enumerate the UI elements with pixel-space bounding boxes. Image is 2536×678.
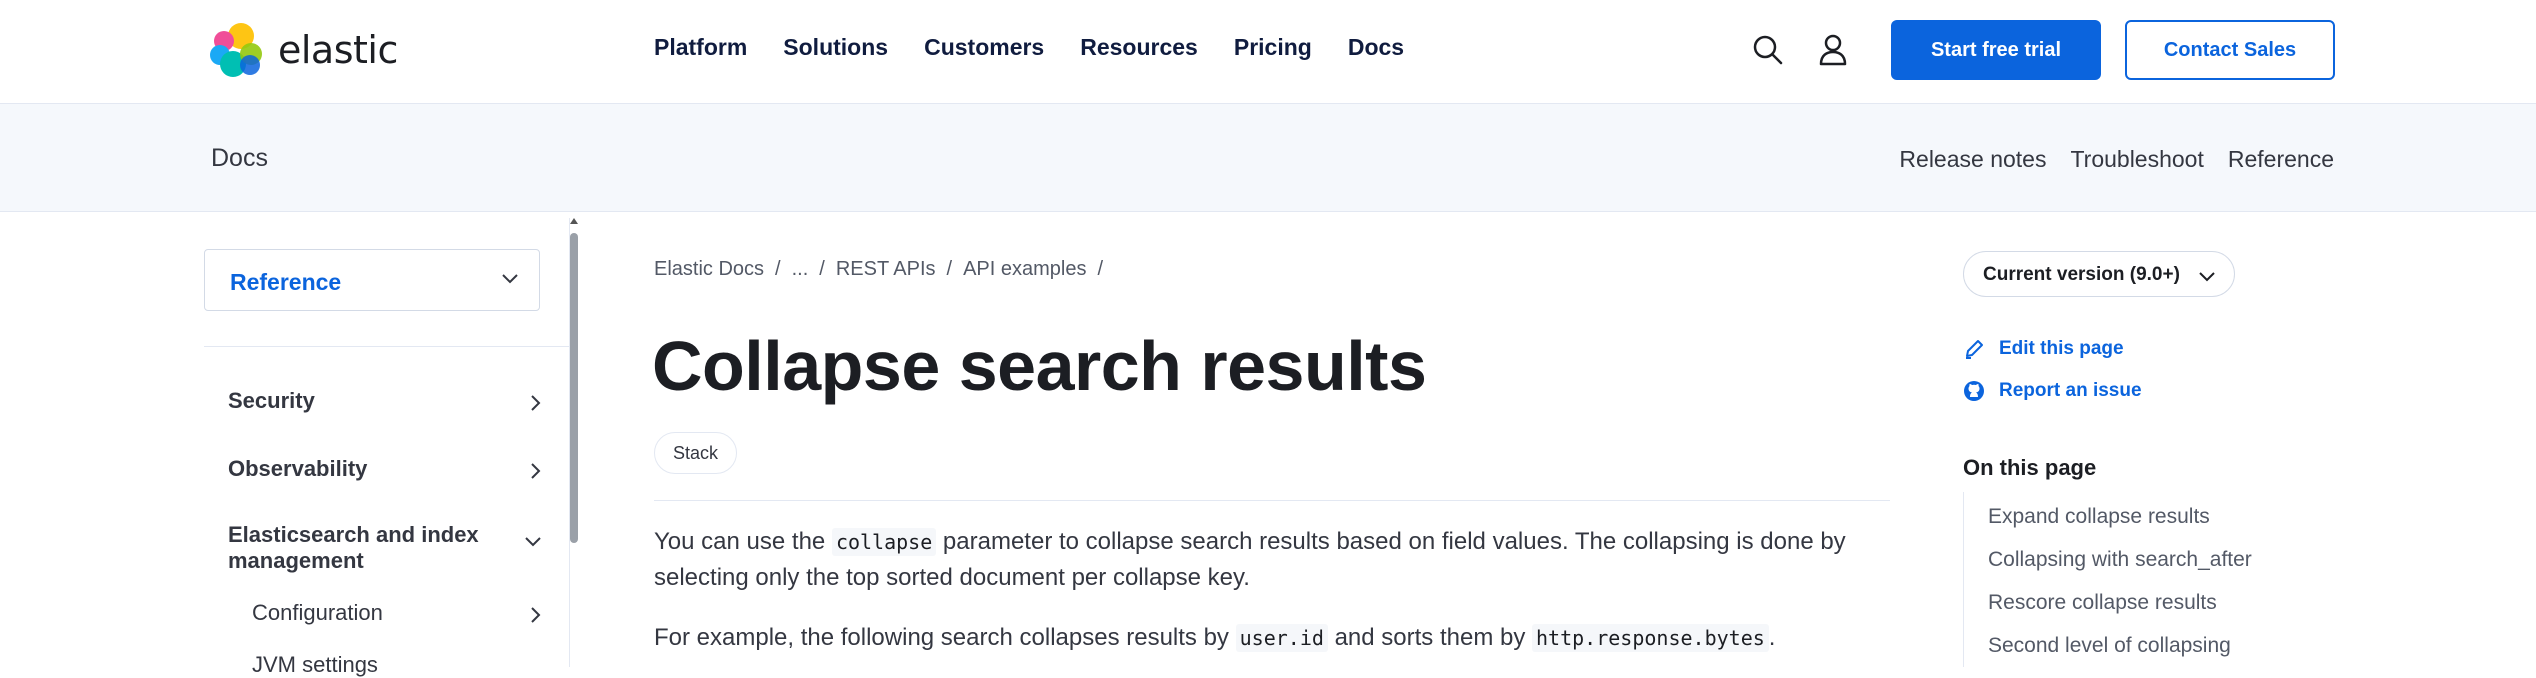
- scroll-up-arrow-icon[interactable]: [570, 218, 578, 224]
- chevron-down-icon: [524, 528, 542, 554]
- start-free-trial-button[interactable]: Start free trial: [1891, 20, 2101, 80]
- release-notes-link[interactable]: Release notes: [1899, 146, 2046, 173]
- sidebar-item-elasticsearch[interactable]: Elasticsearch and index management: [228, 522, 541, 574]
- page-title: Collapse search results: [652, 327, 1427, 405]
- top-navigation: elastic Platform Solutions Customers Res…: [0, 0, 2536, 104]
- inline-code: user.id: [1235, 624, 1328, 652]
- intro-text: You can use the: [654, 528, 832, 555]
- brand-name: elastic: [278, 28, 398, 72]
- search-icon[interactable]: [1748, 30, 1788, 70]
- docs-home-link[interactable]: Docs: [211, 144, 268, 173]
- sidebar-item-label: Security: [228, 388, 315, 413]
- stack-badge: Stack: [654, 432, 738, 474]
- nav-pricing[interactable]: Pricing: [1234, 34, 1312, 61]
- breadcrumb: Elastic Docs / ... / REST APIs / API exampl…: [654, 258, 1114, 281]
- chevron-right-icon: [530, 604, 542, 630]
- toc-item-second-level[interactable]: Second level of collapsing: [1988, 634, 2231, 658]
- contact-sales-button[interactable]: Contact Sales: [2125, 20, 2335, 80]
- toc-item-search-after[interactable]: Collapsing with search_after: [1988, 548, 2252, 572]
- chevron-down-icon: [501, 272, 519, 290]
- sidebar-subitem-label: Configuration: [252, 600, 383, 625]
- reference-link[interactable]: Reference: [2228, 146, 2334, 173]
- user-icon[interactable]: [1813, 30, 1853, 70]
- edit-page-label: Edit this page: [1999, 338, 2124, 359]
- sidebar-item-label: Elasticsearch and index management: [228, 522, 479, 573]
- toc-rail: [1963, 492, 1964, 667]
- edit-page-link[interactable]: Edit this page: [1963, 338, 2124, 360]
- breadcrumb-api-examples[interactable]: API examples: [963, 258, 1086, 281]
- example-paragraph: For example, the following search collap…: [654, 620, 1894, 656]
- breadcrumb-rest-apis[interactable]: REST APIs: [836, 258, 936, 281]
- elastic-logo-icon: [210, 21, 268, 79]
- breadcrumb-separator: /: [1097, 258, 1104, 280]
- main-nav: Platform Solutions Customers Resources P…: [654, 34, 1440, 61]
- version-selector[interactable]: Current version (9.0+): [1963, 251, 2235, 297]
- version-label: Current version (9.0+): [1983, 264, 2180, 285]
- toc-title: On this page: [1963, 455, 2097, 480]
- nav-docs[interactable]: Docs: [1348, 34, 1404, 61]
- nav-solutions[interactable]: Solutions: [783, 34, 888, 61]
- chevron-right-icon: [530, 460, 542, 486]
- report-issue-label: Report an issue: [1999, 380, 2142, 401]
- troubleshoot-link[interactable]: Troubleshoot: [2070, 146, 2203, 173]
- breadcrumb-separator: /: [946, 258, 953, 280]
- sidebar-item-security[interactable]: Security: [228, 388, 541, 414]
- breadcrumb-separator: /: [775, 258, 781, 280]
- docs-header-bar: Docs Release notes Troubleshoot Referenc…: [0, 104, 2536, 212]
- intro-paragraph: You can use the collapse parameter to co…: [654, 524, 1894, 596]
- inline-code: http.response.bytes: [1532, 624, 1769, 652]
- example-text: and sorts them by: [1327, 624, 1532, 651]
- report-issue-link[interactable]: Report an issue: [1963, 380, 2142, 402]
- nav-resources[interactable]: Resources: [1080, 34, 1198, 61]
- breadcrumb-separator: /: [819, 258, 825, 280]
- sidebar-subitem-label: JVM settings: [252, 652, 378, 677]
- toc-item-expand-collapse[interactable]: Expand collapse results: [1988, 505, 2210, 529]
- example-text: For example, the following search collap…: [654, 624, 1236, 651]
- breadcrumb-elastic-docs[interactable]: Elastic Docs: [654, 258, 764, 281]
- section-selector-label: Reference: [230, 269, 342, 295]
- github-icon: [1963, 380, 1985, 402]
- sidebar-item-label: Observability: [228, 456, 368, 481]
- sidebar-subitem-jvm-settings[interactable]: JVM settings: [252, 652, 528, 678]
- sidebar-divider: [204, 346, 570, 347]
- chevron-right-icon: [530, 392, 542, 418]
- breadcrumb-ellipsis[interactable]: ...: [792, 258, 809, 281]
- section-selector[interactable]: Reference: [204, 249, 540, 311]
- chevron-down-icon: [2198, 267, 2216, 289]
- nav-customers[interactable]: Customers: [924, 34, 1044, 61]
- docs-secondary-nav: Release notes Troubleshoot Reference: [1875, 146, 2334, 173]
- elastic-logo[interactable]: elastic: [210, 20, 398, 80]
- sidebar-scrollbar-thumb[interactable]: [570, 233, 578, 543]
- toc-item-rescore[interactable]: Rescore collapse results: [1988, 591, 2217, 615]
- nav-platform[interactable]: Platform: [654, 34, 747, 61]
- content-divider: [654, 500, 1890, 501]
- sidebar-item-observability[interactable]: Observability: [228, 456, 541, 482]
- pencil-icon: [1963, 338, 1985, 360]
- inline-code: collapse: [831, 528, 937, 556]
- sidebar-subitem-configuration[interactable]: Configuration: [252, 600, 541, 626]
- example-text: .: [1768, 624, 1776, 651]
